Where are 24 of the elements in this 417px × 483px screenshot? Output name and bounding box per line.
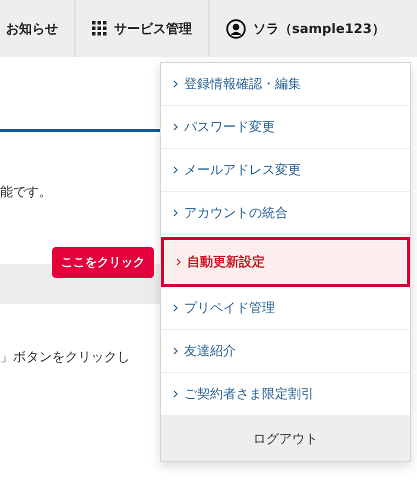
menu-item[interactable]: プリペイド管理	[161, 287, 410, 330]
nav-item[interactable]: お知らせ	[0, 0, 76, 57]
nav-item[interactable]: サービス管理	[76, 0, 210, 57]
user-icon	[226, 18, 246, 38]
chevron-icon	[173, 390, 178, 398]
chevron-icon	[173, 123, 178, 131]
chevron-icon	[173, 166, 178, 174]
chevron-icon	[173, 347, 178, 355]
menu-item[interactable]: アカウントの統合	[161, 192, 410, 235]
grid-icon	[92, 21, 107, 36]
menu-item[interactable]: 自動更新設定	[161, 237, 410, 287]
chevron-icon	[173, 209, 178, 217]
click-here-button[interactable]: ここをクリック	[52, 247, 154, 278]
logout-button[interactable]: ログアウト	[161, 416, 410, 461]
body-text: 」ボタンをクリックし	[0, 349, 131, 366]
chevron-icon	[176, 258, 181, 266]
menu-item[interactable]: 友達紹介	[161, 330, 410, 373]
body-text: 能です。	[0, 184, 53, 201]
chevron-icon	[173, 304, 178, 312]
menu-item[interactable]: パスワード変更	[161, 106, 410, 149]
chevron-icon	[173, 80, 178, 88]
menu-item[interactable]: メールアドレス変更	[161, 149, 410, 192]
menu-item[interactable]: 登録情報確認・編集	[161, 63, 410, 106]
nav-item[interactable]: ソラ（sample123）	[210, 0, 401, 57]
